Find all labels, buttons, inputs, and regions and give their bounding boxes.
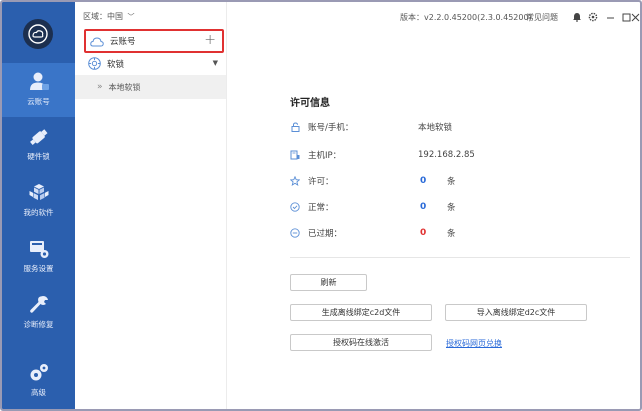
local-soft-lock-label: 本地软锁 [108, 82, 141, 92]
rail-item-cloud-account[interactable]: 云账号 [2, 63, 75, 117]
cloud-account-label: 云账号 [110, 37, 136, 47]
host-icon [290, 150, 300, 160]
bell-icon[interactable] [571, 11, 583, 23]
gear-icon[interactable] [587, 11, 599, 23]
rail-item-label: 云账号 [27, 97, 50, 106]
info-value: 192.168.2.85 [418, 150, 475, 160]
import-d2c-button[interactable]: 导入离线绑定d2c文件 [445, 304, 587, 321]
lock-icon [290, 122, 300, 132]
gears-icon [30, 364, 48, 381]
chevron-down-icon: ﹀ [127, 13, 135, 21]
info-key: 已过期： [308, 229, 343, 239]
star-icon [290, 176, 300, 186]
info-key: 账号/手机： [308, 123, 354, 133]
soft-lock-label: 软锁 [107, 59, 125, 70]
app-window: 云账号 硬件锁 我的软件 服务设置 诊断修复 高级 区域：中国 ﹀ 云账号 + … [0, 0, 642, 411]
normal-count[interactable]: 0 [420, 202, 426, 212]
cubes-icon [29, 184, 48, 200]
user-icon [29, 72, 49, 90]
rail-item-label: 我的软件 [23, 208, 54, 217]
license-count[interactable]: 0 [420, 176, 426, 186]
info-unit: 条 [447, 177, 456, 187]
info-key: 许可： [308, 177, 334, 187]
double-chevron-right-icon: » [97, 82, 103, 92]
rail-item-label: 硬件锁 [27, 152, 50, 161]
close-icon[interactable] [629, 11, 640, 23]
main-panel: 许可信息 账号/手机： 本地软锁 主机IP： 192.168.2.85 许可： … [228, 32, 640, 409]
cloud-logo-icon [28, 24, 48, 44]
info-unit: 条 [447, 229, 456, 239]
title-bar: 版本：v2.2.0.45200(2.3.0.45200) 常见问题 [227, 2, 640, 32]
rail-item-label: 高级 [31, 388, 46, 397]
refresh-button[interactable]: 刷新 [290, 274, 367, 291]
app-logo [23, 19, 53, 49]
wrench-icon [29, 296, 48, 313]
rail-item-advanced[interactable]: 高级 [2, 354, 75, 408]
info-row-normal: 正常： 0 条 [290, 200, 540, 214]
info-row-host-ip: 主机IP： 192.168.2.85 [290, 148, 540, 162]
web-redeem-link[interactable]: 授权码网页兑换 [446, 338, 502, 349]
sidebar-item-local-soft-lock[interactable]: » 本地软锁 [75, 75, 226, 99]
info-row-licenses: 许可： 0 条 [290, 174, 540, 188]
sidebar-item-cloud-account[interactable]: 云账号 + [84, 29, 224, 53]
region-label: 区域：中国 [83, 12, 123, 21]
cloud-icon [90, 36, 104, 46]
minimize-icon[interactable] [604, 11, 616, 23]
online-activate-button[interactable]: 授权码在线激活 [290, 334, 432, 351]
info-row-account: 账号/手机： 本地软锁 [290, 120, 540, 134]
rail-item-service-settings[interactable]: 服务设置 [2, 230, 75, 284]
info-row-expired: 已过期： 0 条 [290, 226, 540, 240]
generate-c2d-button[interactable]: 生成离线绑定c2d文件 [290, 304, 432, 321]
faq-link[interactable]: 常见问题 [526, 12, 558, 23]
caret-down-icon[interactable]: ▼ [213, 59, 218, 67]
rail-item-label: 服务设置 [23, 264, 54, 273]
info-unit: 条 [447, 203, 456, 213]
add-cloud-account-icon[interactable]: + [204, 32, 216, 48]
license-info-title: 许可信息 [290, 98, 330, 109]
rail-item-diagnose-repair[interactable]: 诊断修复 [2, 286, 75, 340]
server-settings-icon [29, 241, 48, 258]
sidebar-item-soft-lock[interactable]: 软锁 ▼ [88, 55, 226, 72]
minus-circle-icon [290, 228, 300, 238]
info-key: 主机IP： [308, 151, 342, 161]
soft-lock-icon [88, 57, 101, 70]
info-key: 正常： [308, 203, 334, 213]
region-selector[interactable]: 区域：中国 ﹀ [83, 11, 135, 22]
sidebar: 区域：中国 ﹀ 云账号 + 软锁 ▼ » 本地软锁 [75, 2, 227, 409]
rail-item-label: 诊断修复 [23, 320, 54, 329]
expired-count[interactable]: 0 [420, 228, 426, 238]
usb-key-icon [29, 129, 48, 145]
left-nav-rail: 云账号 硬件锁 我的软件 服务设置 诊断修复 高级 [2, 2, 75, 409]
info-value: 本地软锁 [418, 123, 453, 133]
version-text: 版本：v2.2.0.45200(2.3.0.45200) [400, 13, 532, 22]
rail-item-hardware-lock[interactable]: 硬件锁 [2, 118, 75, 172]
rail-item-my-software[interactable]: 我的软件 [2, 174, 75, 228]
divider [290, 257, 630, 258]
check-circle-icon [290, 202, 300, 212]
